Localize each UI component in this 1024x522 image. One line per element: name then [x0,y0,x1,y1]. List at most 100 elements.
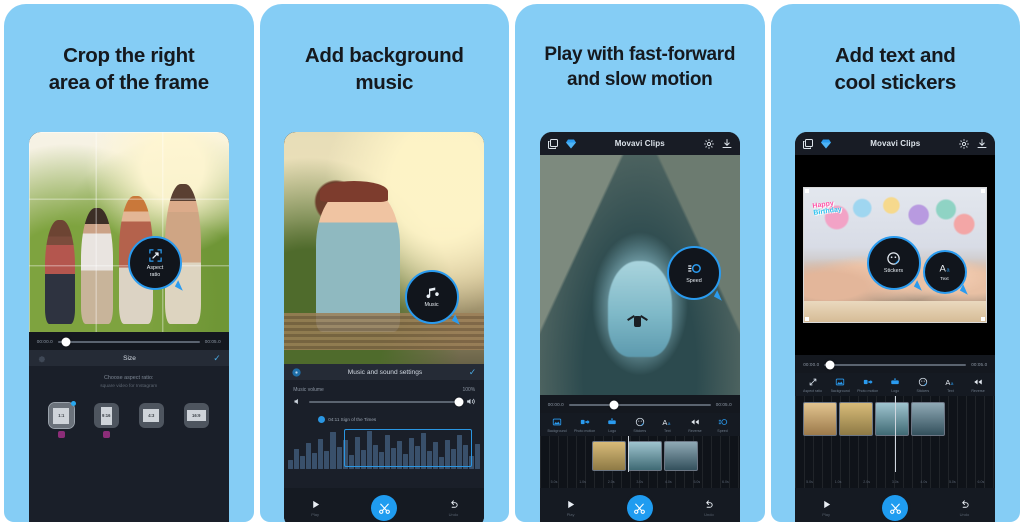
callout-label: Aspect ratio [146,265,164,278]
timeline-clip[interactable] [591,441,626,471]
timeline-clip[interactable] [839,402,874,436]
app-title: Movavi Clips [870,139,921,148]
tool-aspect-ratio[interactable]: Aspect ratio [799,377,826,393]
timeline-clips[interactable] [803,402,946,436]
volume-track[interactable] [309,397,464,406]
diamond-icon[interactable] [565,138,577,150]
seek-track[interactable] [568,400,711,409]
photo-motion-icon [863,379,873,385]
tool-photo-motion[interactable]: Photo motion [571,417,598,433]
seek-track[interactable] [824,360,967,369]
timeline-clip[interactable] [663,441,698,471]
headline-line-1: Add background [304,44,464,67]
ratio-tile[interactable]: 9:16 [93,403,119,428]
speaker-low-icon[interactable] [293,397,302,406]
tool-logo[interactable]: Logo [882,377,909,393]
layers-icon[interactable] [547,138,559,150]
ratio-tile[interactable]: 4:3 [138,403,164,428]
download-icon[interactable] [721,138,733,150]
ratio-option[interactable]: 4:3 [138,403,164,428]
cut-button[interactable] [371,495,398,521]
tool-background[interactable]: Background [827,377,854,393]
callout-label: Speed [686,278,702,285]
undo-icon [706,500,714,508]
cut-button[interactable] [626,495,653,521]
time-label: 2.0s [607,480,615,484]
tool-speed[interactable]: Speed [709,417,736,433]
tool-strip: Background Photo motion Logo Stickers A … [539,413,740,436]
timeline-clips[interactable] [591,441,698,471]
waveform-selection[interactable] [344,429,473,467]
happy-birthday-sticker[interactable]: Happy Birthday [812,199,842,217]
logo-icon [608,418,616,425]
tool-text[interactable]: A a Text [654,417,681,433]
tool-label: Photo motion [574,429,596,433]
timeline-clip[interactable] [627,441,662,471]
gear-icon[interactable] [37,354,46,363]
timeline-clip[interactable] [911,402,946,436]
stickers-icon [635,417,644,427]
cut-button[interactable] [882,495,909,521]
ratio-label: 9:16 [100,406,112,425]
gear-icon[interactable] [292,367,301,377]
gear-icon[interactable] [958,138,970,150]
download-icon[interactable] [976,138,988,150]
tool-photo-motion[interactable]: Photo motion [854,377,881,393]
layers-icon[interactable] [802,138,814,150]
volume-handle[interactable] [454,397,464,406]
stickers-icon [887,252,900,266]
undo-button[interactable]: Undo [448,499,459,517]
ratio-option[interactable]: 1:1 [47,401,76,438]
ratio-label: 1:1 [53,407,70,424]
audio-track-chip[interactable]: 04:11 Sign of the Times [318,416,484,423]
play-button[interactable]: Play [310,499,321,517]
background-icon [552,418,562,426]
speaker-high-icon[interactable] [466,397,475,406]
timeline-clip[interactable] [875,402,910,436]
time-label: 5.0s [806,480,813,484]
seek-handle[interactable] [609,400,619,409]
check-icon[interactable]: ✓ [469,367,477,377]
tool-logo[interactable]: Logo [599,417,626,433]
timeline[interactable]: 5.0s 1.0s 2.0s 3.0s 4.0s 5.0s 6.0s [539,436,740,488]
selected-badge-icon [70,401,76,406]
gear-icon[interactable] [703,138,715,150]
ratio-tile[interactable]: 16:9 [183,403,209,428]
tool-text[interactable]: A a Text [937,377,964,393]
tool-reverse[interactable]: Reverse [682,417,709,433]
ratio-option[interactable]: 9:16 [93,403,119,438]
play-button[interactable]: Play [821,499,832,517]
timeline[interactable]: 5.0s 1.0s 2.0s 3.0s 4.0s 5.0s 6.0s [795,396,996,488]
svg-text:a: a [668,421,671,426]
playhead[interactable] [627,436,629,472]
seek-bar-row: 00:00.0 00:05.0 [795,355,996,373]
tool-reverse[interactable]: Reverse [965,377,992,393]
size-panel-body: Choose aspect ratio: square video for In… [28,366,229,522]
check-icon[interactable]: ✓ [213,353,221,363]
tool-label: Stickers [633,429,647,433]
seek-track[interactable] [57,337,200,346]
diamond-icon[interactable] [820,138,832,150]
callout-text: A a Text [922,250,967,294]
ratio-option[interactable]: 16:9 [183,403,209,428]
timeline-clip[interactable] [803,402,838,436]
ratio-tile[interactable]: 1:1 [47,401,76,429]
tool-stickers[interactable]: Stickers [910,377,937,393]
ratio-hint: square video for Instagram [100,384,158,389]
tool-background[interactable]: Background [544,417,571,433]
time-label: 5.0s [948,480,956,484]
seek-handle[interactable] [825,360,835,369]
tool-label: Text [947,389,954,393]
tool-stickers[interactable]: Stickers [626,417,653,433]
seek-bar-row: 00:00.0 00:05.0 [28,332,229,350]
undo-button[interactable]: Undo [703,499,714,517]
time-label: 3.0s [636,480,644,484]
video-preview[interactable] [284,132,485,364]
audio-waveform[interactable] [284,427,484,469]
video-preview[interactable] [28,132,229,332]
phone-mockup: Music and sound settings ✓ Music volume … [284,132,485,522]
undo-button[interactable]: Undo [959,499,970,517]
playhead[interactable] [895,396,897,472]
seek-handle[interactable] [61,337,71,346]
play-button[interactable]: Play [565,499,576,517]
